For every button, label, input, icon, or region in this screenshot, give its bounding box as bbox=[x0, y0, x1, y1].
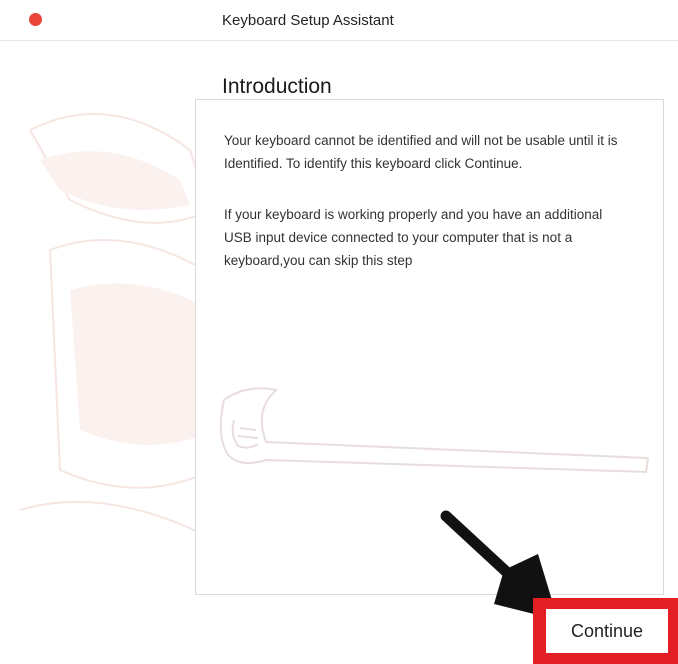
page-heading: Introduction bbox=[222, 75, 332, 98]
continue-button[interactable]: Continue bbox=[546, 609, 668, 653]
intro-paragraph: Your keyboard cannot be identified and w… bbox=[224, 133, 618, 171]
window-title: Keyboard Setup Assistant bbox=[222, 12, 394, 29]
content-panel: Your keyboard cannot be identified and w… bbox=[195, 99, 664, 595]
close-icon[interactable] bbox=[29, 13, 42, 26]
keyboard-illustration bbox=[219, 387, 650, 474]
title-bar: Keyboard Setup Assistant bbox=[0, 0, 678, 41]
skip-paragraph: If your keyboard is working properly and… bbox=[224, 207, 603, 268]
